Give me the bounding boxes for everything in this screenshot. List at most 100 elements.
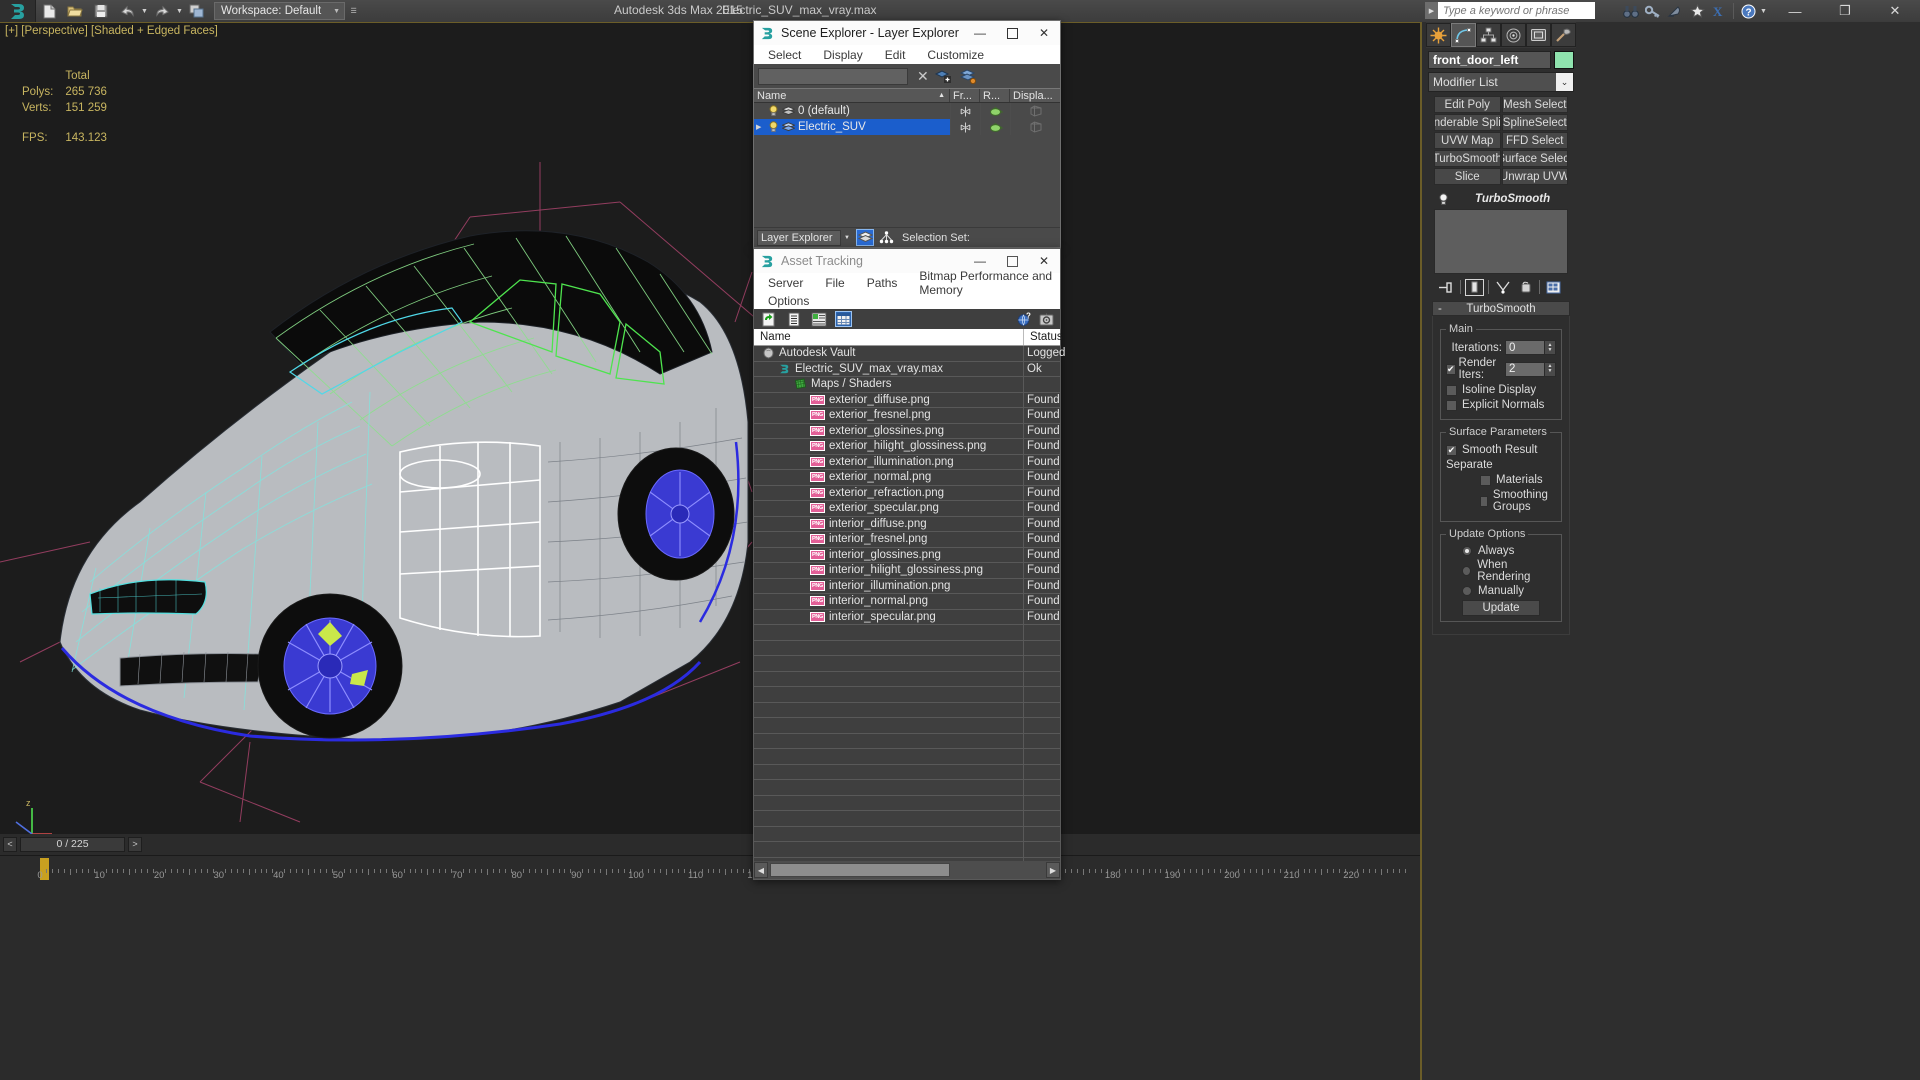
- asset-name-cell[interactable]: PNG exterior_illumination.png: [754, 456, 1023, 468]
- update-option-manually[interactable]: Manually: [1462, 585, 1556, 597]
- modifier-button-surface-select[interactable]: Surface Select: [1501, 150, 1568, 167]
- open-file-icon[interactable]: [62, 0, 88, 22]
- modifier-button-mesh-select[interactable]: Mesh Select: [1501, 96, 1568, 113]
- asset-row[interactable]: PNG exterior_illumination.png Found: [754, 454, 1060, 470]
- max-logo-icon[interactable]: [0, 0, 36, 22]
- modifier-stack-list[interactable]: [1434, 209, 1568, 274]
- explorer-mode-combo[interactable]: Layer Explorer: [757, 229, 841, 246]
- redo-dropdown-icon[interactable]: ▼: [175, 0, 184, 22]
- tab-utilities[interactable]: [1551, 23, 1576, 47]
- object-name-field[interactable]: front_door_left: [1428, 51, 1551, 69]
- smooth-result-checkbox[interactable]: ✔: [1446, 444, 1457, 456]
- menu-edit[interactable]: Edit: [885, 48, 906, 62]
- asset-row-empty[interactable]: [754, 810, 1060, 827]
- column-header-name[interactable]: Name ▲: [754, 89, 950, 102]
- column-header-display[interactable]: Displa...: [1010, 89, 1060, 102]
- asset-name-cell[interactable]: PNG interior_specular.png: [754, 611, 1023, 623]
- workspace-selector[interactable]: Workspace: Default ▼: [214, 2, 346, 20]
- separate-materials-row[interactable]: Materials: [1480, 474, 1556, 486]
- scene-explorer-minimize[interactable]: —: [964, 21, 996, 45]
- vault-login-icon[interactable]: [1038, 311, 1055, 327]
- asset-name-cell[interactable]: Maps / Shaders: [754, 378, 1023, 390]
- menu-file[interactable]: File: [825, 276, 844, 290]
- help-icon[interactable]: ?: [1737, 0, 1759, 22]
- asset-row[interactable]: PNG interior_glossines.png Found: [754, 547, 1060, 563]
- layer-name-cell[interactable]: 0 (default): [754, 103, 950, 119]
- refresh-icon[interactable]: [760, 311, 777, 327]
- list-view-icon[interactable]: [785, 311, 802, 327]
- radio-manually[interactable]: [1462, 586, 1472, 596]
- asset-name-cell[interactable]: PNG exterior_hilight_glossiness.png: [754, 440, 1023, 452]
- pin-stack-icon[interactable]: [1437, 279, 1456, 296]
- render-iters-input[interactable]: [1505, 361, 1545, 377]
- satellite-icon[interactable]: [1664, 0, 1686, 22]
- clear-search-icon[interactable]: ✕: [917, 68, 929, 85]
- maximize-button[interactable]: ❐: [1820, 0, 1870, 22]
- menu-customize[interactable]: Customize: [927, 48, 984, 62]
- asset-name-cell[interactable]: Electric_SUV_max_vray.max: [754, 363, 1023, 375]
- separate-smoothing-groups-checkbox[interactable]: [1480, 495, 1488, 507]
- exchange-icon[interactable]: X: [1708, 0, 1730, 22]
- asset-column-status[interactable]: Status: [1023, 329, 1063, 345]
- modifier-stack-entry[interactable]: TurboSmooth: [1475, 193, 1550, 205]
- scene-explorer-title-bar[interactable]: Scene Explorer - Layer Explorer — ✕: [754, 21, 1060, 45]
- current-frame-field[interactable]: 0 / 225: [20, 836, 125, 852]
- render-toggle[interactable]: [980, 103, 1010, 119]
- menu-server[interactable]: Server: [768, 276, 803, 290]
- asset-row-empty[interactable]: [754, 686, 1060, 703]
- column-header-render[interactable]: R...: [980, 89, 1010, 102]
- asset-row[interactable]: PNG interior_normal.png Found: [754, 593, 1060, 610]
- asset-row-empty[interactable]: [754, 655, 1060, 672]
- separate-smoothing-groups-row[interactable]: Smoothing Groups: [1480, 489, 1556, 513]
- lightbulb-icon[interactable]: [768, 121, 779, 133]
- configure-modifier-sets-icon[interactable]: [1544, 279, 1563, 296]
- chevron-down-icon[interactable]: ▼: [841, 229, 853, 246]
- asset-name-cell[interactable]: PNG interior_hilight_glossiness.png: [754, 564, 1023, 576]
- path-view-icon[interactable]: [810, 311, 827, 327]
- asset-name-cell[interactable]: PNG interior_glossines.png: [754, 549, 1023, 561]
- asset-row[interactable]: PNG exterior_diffuse.png Found: [754, 392, 1060, 408]
- asset-name-cell[interactable]: PNG exterior_glossines.png: [754, 425, 1023, 437]
- asset-row-empty[interactable]: [754, 624, 1060, 641]
- modifier-button-uvw-map[interactable]: UVW Map: [1434, 132, 1501, 149]
- key-icon[interactable]: [1642, 0, 1664, 22]
- freeze-toggle[interactable]: [950, 119, 980, 135]
- perspective-viewport[interactable]: z [+] [Perspective] [Shaded + Edged Face…: [0, 22, 1420, 834]
- asset-row[interactable]: PNG interior_fresnel.png Found: [754, 531, 1060, 548]
- make-unique-icon[interactable]: [1493, 279, 1512, 296]
- scene-explorer-search-input[interactable]: [758, 67, 908, 85]
- next-frame-button[interactable]: >: [128, 836, 142, 852]
- asset-tracking-list[interactable]: Autodesk Vault Logged Electric_SUV_max_vra…: [754, 345, 1065, 873]
- redo-icon[interactable]: [149, 0, 175, 22]
- render-iters-checkbox[interactable]: ✔: [1446, 363, 1456, 375]
- isoline-display-row[interactable]: Isoline Display: [1446, 384, 1556, 396]
- display-toggle[interactable]: [1010, 119, 1060, 135]
- asset-tracking-window[interactable]: Asset Tracking — ✕ Server File Paths Bitmap…: [753, 248, 1065, 880]
- iterations-input[interactable]: [1505, 340, 1545, 355]
- menu-paths[interactable]: Paths: [867, 276, 898, 290]
- asset-row[interactable]: PNG interior_diffuse.png Found: [754, 516, 1060, 532]
- explicit-normals-row[interactable]: Explicit Normals: [1446, 399, 1556, 411]
- asset-row[interactable]: PNG exterior_fresnel.png Found: [754, 407, 1060, 424]
- radio-when-rendering[interactable]: [1462, 566, 1472, 576]
- new-layer-icon[interactable]: [934, 67, 954, 85]
- render-toggle[interactable]: [980, 119, 1010, 135]
- new-file-icon[interactable]: [36, 0, 62, 22]
- viewport-label[interactable]: [+] [Perspective] [Shaded + Edged Faces]: [5, 25, 218, 37]
- modifier-button-splineselect[interactable]: SplineSelect: [1501, 114, 1568, 131]
- remove-modifier-icon[interactable]: [1516, 279, 1535, 296]
- asset-row-empty[interactable]: [754, 717, 1060, 734]
- tab-create[interactable]: [1426, 23, 1451, 47]
- asset-row[interactable]: PNG exterior_refraction.png Found: [754, 485, 1060, 501]
- timeline-ruler[interactable]: 0102030405060708090100110120130140150160…: [0, 855, 1420, 881]
- asset-name-cell[interactable]: PNG exterior_diffuse.png: [754, 394, 1023, 406]
- undo-dropdown-icon[interactable]: ▼: [140, 0, 149, 22]
- minimize-button[interactable]: —: [1770, 0, 1820, 22]
- modifier-button-unwrap-uvw[interactable]: Unwrap UVW: [1501, 168, 1568, 185]
- tab-hierarchy[interactable]: [1476, 23, 1501, 47]
- scene-explorer-row[interactable]: 0 (default): [754, 103, 1060, 119]
- asset-name-cell[interactable]: PNG exterior_fresnel.png: [754, 409, 1023, 421]
- star-icon[interactable]: [1686, 0, 1708, 22]
- asset-row-empty[interactable]: [754, 826, 1060, 842]
- iterations-stepper[interactable]: ▲ ▼: [1545, 340, 1556, 355]
